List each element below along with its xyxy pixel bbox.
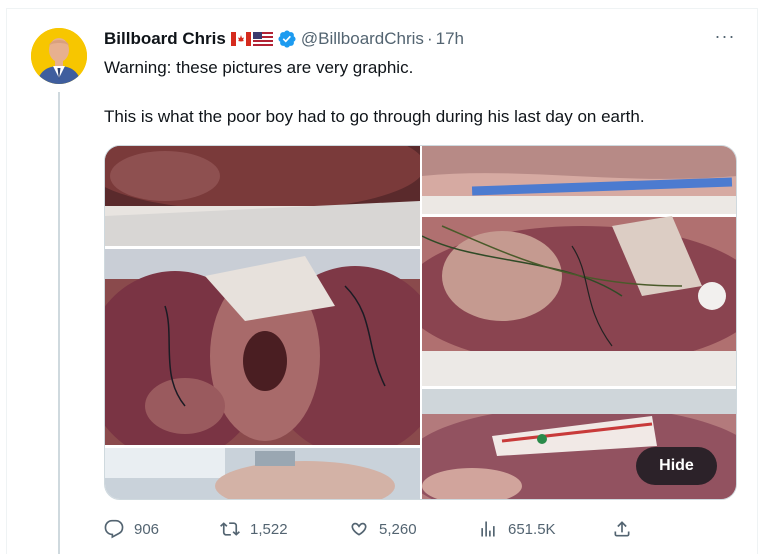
repost-icon	[220, 522, 240, 536]
flag-usa-icon	[252, 32, 273, 46]
avatar[interactable]	[31, 28, 87, 84]
like-count: 5,260	[379, 520, 417, 538]
reply-icon	[104, 519, 124, 539]
repost-button[interactable]: 1,522	[220, 516, 288, 542]
share-button[interactable]	[612, 516, 632, 542]
views-button[interactable]: 651.5K	[478, 516, 556, 542]
reply-count: 906	[134, 520, 160, 538]
share-icon	[614, 521, 630, 537]
flag-group	[230, 32, 273, 46]
tweet-text-line-2: This is what the poor boy had to go thro…	[104, 107, 645, 126]
views-count: 651.5K	[508, 520, 556, 538]
author-name[interactable]: Billboard Chris	[104, 29, 226, 49]
more-options-icon[interactable]: ···	[712, 27, 738, 50]
tweet-text-line-1: Warning: these pictures are very graphic…	[104, 58, 414, 77]
tweet-header: Billboard Chris @BillboardChris · 17h	[104, 26, 464, 52]
thread-line	[58, 92, 60, 554]
verified-badge-icon	[278, 30, 296, 48]
reply-button[interactable]: 906	[104, 516, 159, 542]
author-handle[interactable]: @BillboardChris	[301, 29, 424, 49]
flag-canada-icon	[230, 32, 251, 46]
timestamp[interactable]: 17h	[436, 29, 464, 49]
views-chart-icon	[481, 521, 495, 537]
tweet-actions: 906 1,522 5,260 651.5K	[104, 516, 644, 542]
media-grid[interactable]	[104, 145, 737, 500]
repost-count: 1,522	[250, 520, 288, 538]
like-button[interactable]: 5,260	[349, 516, 417, 542]
separator-dot: ·	[426, 29, 433, 48]
heart-icon	[351, 522, 367, 536]
hide-media-button[interactable]: Hide	[636, 447, 717, 485]
photo-left[interactable]	[105, 146, 420, 499]
